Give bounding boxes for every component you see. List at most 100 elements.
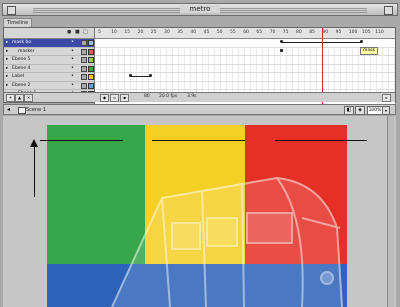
scene-label[interactable]: Scene 1 (26, 106, 46, 114)
layer-row[interactable]: ▸ mask bo • (4, 39, 94, 48)
ruler-tick-label: 80 (296, 30, 302, 35)
layer-row[interactable]: ▸ Ebene 2 • (4, 82, 94, 90)
center-frame-button[interactable]: ◆ (100, 94, 109, 102)
keyframe[interactable] (360, 40, 363, 43)
lock-icon[interactable]: ■ (75, 30, 80, 35)
frame-row[interactable] (95, 47, 395, 56)
timeline-status-bar: + ▲ ✕ ◆ ▫ ▪ 80 20.0 fps 3.9s ▸ (4, 92, 395, 102)
frame-label-tag: mask (360, 47, 379, 55)
flash-window: metro Timeline ● ■ □ ▸ mask bo • ▸ masker • ▸ E… (0, 0, 400, 307)
close-box[interactable] (7, 6, 16, 15)
zoom-box[interactable] (384, 6, 393, 15)
lock-toggle-icon[interactable] (81, 65, 87, 72)
frame-row[interactable] (95, 64, 395, 73)
delete-layer-button[interactable]: ✕ (24, 94, 33, 102)
motion-guide-line-3[interactable] (275, 140, 367, 141)
edit-scene-icon[interactable]: ◧ (344, 106, 354, 115)
layer-type-icon: ▸ (6, 74, 9, 79)
ruler-tick-label: 40 (190, 30, 197, 35)
layer-name[interactable]: Ebene 4 (12, 65, 30, 73)
stage-area[interactable] (3, 116, 396, 307)
onion-outline-button[interactable]: ▪ (120, 94, 129, 102)
ruler-tick-label: 30 (164, 30, 170, 35)
motion-guide-line-1[interactable] (40, 140, 123, 141)
tween-span[interactable] (281, 42, 361, 43)
ruler-tick-label: 95 (335, 30, 342, 35)
layer-name[interactable]: Ebene 2 (12, 82, 30, 90)
layer-row[interactable]: ▸ Ebene 4 • (4, 65, 94, 73)
visibility-dot-icon[interactable]: • (71, 39, 74, 47)
keyframe[interactable] (149, 74, 152, 77)
layer-header: ● ■ □ (4, 28, 94, 39)
ruler-tick-label: 10 (111, 30, 117, 35)
ruler-tick-label: 20 (137, 30, 144, 35)
ruler-tick-label: 75 (282, 30, 289, 35)
add-guide-button[interactable]: ▲ (15, 94, 24, 102)
frame-row[interactable] (95, 39, 395, 48)
stage-canvas[interactable] (47, 125, 347, 307)
outline-color-icon[interactable] (88, 65, 94, 72)
lock-toggle-icon[interactable] (81, 82, 87, 89)
edit-bar: ◂ Scene 1 ◧ ◈ 100% ▾ (3, 104, 396, 115)
frame-ruler[interactable]: 5 10 15 20 25 30 35 40 45 50 55 60 65 70 75 80 85 90 95 100… (95, 28, 395, 39)
visibility-dot-icon[interactable]: • (71, 73, 74, 81)
lock-toggle-icon[interactable] (81, 74, 87, 80)
edit-symbol-icon[interactable]: ◈ (355, 106, 365, 115)
layer-name[interactable]: Label (12, 73, 24, 81)
keyframe[interactable] (129, 74, 132, 77)
outline-color-icon[interactable] (88, 74, 94, 80)
layer-name[interactable]: masker (18, 48, 35, 56)
ruler-tick-label: 45 (203, 30, 210, 35)
zoom-dropdown-arrow[interactable]: ▾ (382, 106, 390, 115)
visibility-dot-icon[interactable]: • (71, 82, 74, 90)
visibility-dot-icon[interactable]: • (71, 65, 74, 73)
back-arrow-icon[interactable]: ◂ (7, 106, 10, 114)
ruler-tick-label: 85 (309, 30, 315, 35)
ruler-tick-label: 100 (348, 30, 358, 35)
ruler-tick-label: 105 (362, 30, 371, 35)
tween-span[interactable] (130, 76, 150, 77)
keyframe[interactable] (280, 40, 283, 43)
frame-row[interactable] (95, 56, 395, 65)
stage-scrollbar[interactable] (387, 116, 394, 307)
eye-icon[interactable]: ● (67, 30, 72, 35)
current-frame: 80 (144, 94, 150, 99)
onion-skin-button[interactable]: ▫ (110, 94, 119, 102)
outline-icon[interactable]: □ (83, 30, 88, 35)
zoom-field[interactable]: 100% (367, 106, 383, 115)
keyframe[interactable] (280, 48, 283, 52)
outline-color-icon[interactable] (88, 82, 94, 89)
add-layer-button[interactable]: + (6, 94, 15, 102)
layer-name[interactable]: Ebene 5 (12, 56, 30, 64)
tram-image[interactable] (102, 158, 347, 307)
layer-row[interactable]: ▸ Label • (4, 73, 94, 82)
layer-row[interactable]: ▸ Ebene 5 • (4, 56, 94, 65)
layer-type-icon: ▸ (6, 82, 9, 88)
outline-color-icon[interactable] (88, 48, 94, 55)
frame-row[interactable] (95, 73, 395, 82)
timeline-panel: ● ■ □ ▸ mask bo • ▸ masker • ▸ Ebene 5 • ▸ Ebene 4… (3, 27, 396, 104)
frame-row[interactable] (95, 81, 395, 90)
arrow-shaft (34, 142, 35, 197)
lock-toggle-icon[interactable] (81, 57, 87, 63)
lock-toggle-icon[interactable] (81, 40, 87, 46)
outline-color-icon[interactable] (88, 40, 94, 46)
layer-type-icon: ▸ (6, 40, 9, 45)
window-title: metro (180, 5, 220, 13)
title-bar[interactable]: metro (2, 3, 398, 16)
ruler-tick-label: 55 (230, 30, 236, 35)
ruler-tick-label: 90 (322, 30, 329, 35)
lock-toggle-icon[interactable] (81, 48, 87, 55)
ruler-tick-label: 25 (150, 30, 157, 35)
ruler-tick-label: 50 (216, 30, 223, 35)
visibility-dot-icon[interactable]: • (71, 48, 74, 56)
motion-guide-line-2[interactable] (152, 140, 245, 141)
layer-row[interactable]: ▸ masker • (4, 48, 94, 56)
layer-name[interactable]: mask bo (12, 39, 31, 47)
ruler-tick-label: 5 (98, 30, 101, 35)
up-arrow-icon (30, 139, 38, 147)
scroll-right-button[interactable]: ▸ (382, 94, 391, 102)
outline-color-icon[interactable] (88, 57, 94, 63)
ruler-tick-label: 35 (177, 30, 183, 35)
visibility-dot-icon[interactable]: • (71, 56, 74, 64)
